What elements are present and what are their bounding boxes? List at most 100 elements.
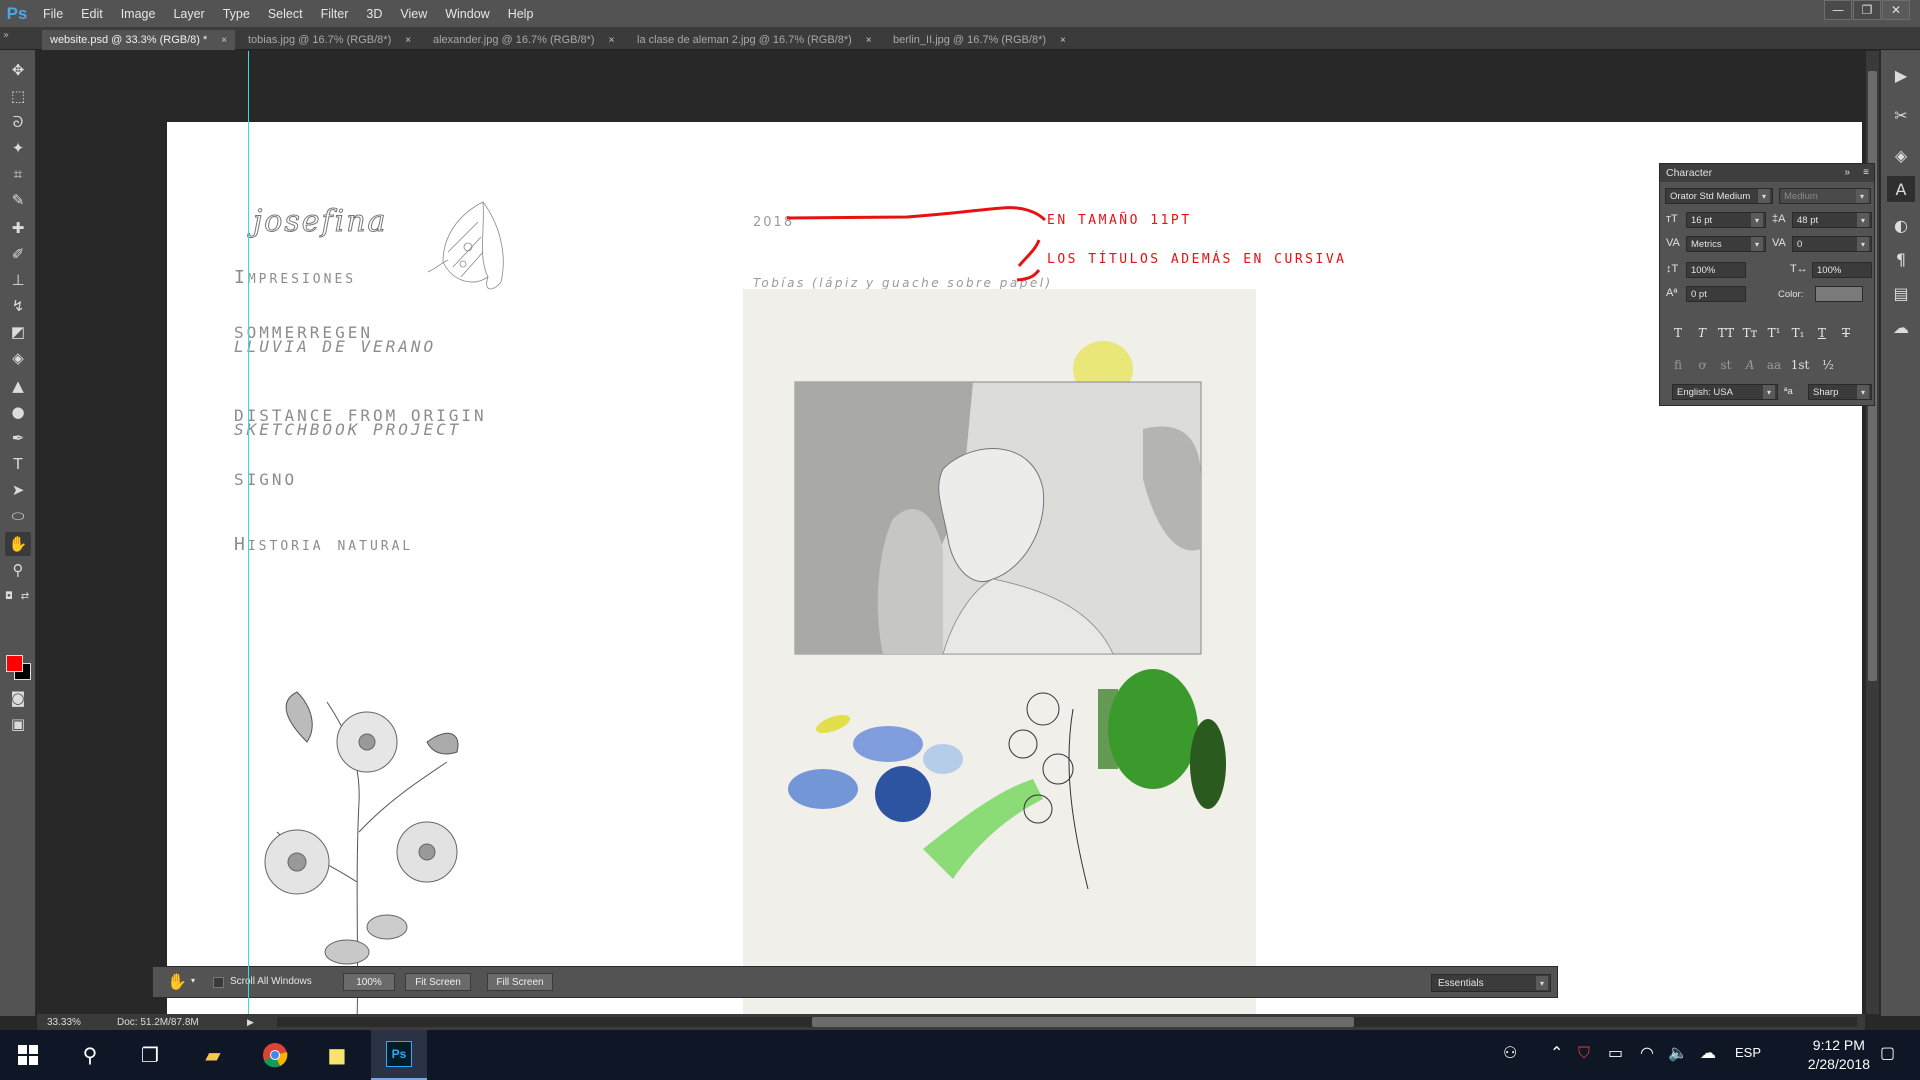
ligatures-button[interactable]: ﬁ <box>1668 356 1688 374</box>
people-icon[interactable]: ⚇ <box>1503 1043 1517 1062</box>
zoom-level[interactable]: 33.33% <box>37 1017 117 1028</box>
cyan-guide-line[interactable] <box>248 51 249 1014</box>
baseline-shift-field[interactable]: 0 pt <box>1686 286 1746 302</box>
tools-preset-icon[interactable]: ✂ <box>1887 102 1915 128</box>
menu-view[interactable]: View <box>391 7 436 21</box>
nav-sommerregen[interactable]: SOMMERREGEN LLUVIA DE VERANO <box>234 325 436 355</box>
taskbar-clock[interactable]: 9:12 PM 2/28/2018 <box>1808 1036 1870 1074</box>
hand-tool-icon[interactable]: ✋ <box>5 532 31 556</box>
font-size-field[interactable]: 16 pt ▾ <box>1686 212 1766 228</box>
foreground-color-swatch[interactable] <box>6 655 23 672</box>
close-icon[interactable]: × <box>609 35 615 46</box>
battery-icon[interactable]: ▭ <box>1608 1043 1623 1062</box>
tab-website-psd[interactable]: website.psd @ 33.3% (RGB/8) * × <box>42 30 236 50</box>
brush-tool-icon[interactable]: ✐ <box>5 242 31 266</box>
libraries-icon[interactable]: ☁ <box>1887 314 1915 340</box>
faux-italic-button[interactable]: T <box>1692 324 1712 342</box>
zoom-tool-icon[interactable]: ⚲ <box>5 558 31 582</box>
tab-tobias-jpg[interactable]: tobias.jpg @ 16.7% (RGB/8*) × <box>240 30 419 50</box>
close-icon[interactable]: × <box>405 35 411 46</box>
windows-start-icon[interactable] <box>0 1030 56 1080</box>
magic-wand-tool-icon[interactable]: ✦ <box>5 136 31 160</box>
canvas-area[interactable]: josefina Impresiones SOMMERREGEN LLUVIA D… <box>37 51 1865 1014</box>
zoom-100-button[interactable]: 100% <box>343 973 395 991</box>
chrome-icon[interactable] <box>247 1030 303 1080</box>
swap-colors-icon[interactable]: ⇄ <box>18 584 32 608</box>
kerning-field[interactable]: Metrics ▾ <box>1686 236 1766 252</box>
collapse-icon[interactable]: » <box>1844 167 1850 178</box>
file-explorer-icon[interactable]: ▰ <box>185 1030 241 1080</box>
nav-impresiones[interactable]: Impresiones <box>234 267 356 288</box>
history-brush-tool-icon[interactable]: ↯ <box>5 294 31 318</box>
tracking-field[interactable]: 0 ▾ <box>1792 236 1872 252</box>
vertical-scale-field[interactable]: 100% <box>1686 262 1746 278</box>
paint-bucket-tool-icon[interactable]: ◈ <box>5 346 31 370</box>
horizontal-scale-field[interactable]: 100% <box>1812 262 1872 278</box>
fit-screen-button[interactable]: Fit Screen <box>405 973 471 991</box>
character-panel-icon[interactable]: A <box>1887 176 1915 202</box>
play-actions-icon[interactable]: ▶ <box>1887 62 1915 88</box>
antivirus-icon[interactable]: ⛉ <box>1578 1043 1590 1063</box>
discretionary-ligatures-button[interactable]: st <box>1716 356 1736 374</box>
nav-signo[interactable]: SIGNO <box>234 470 297 489</box>
paragraph-icon[interactable]: ¶ <box>1887 246 1915 272</box>
swash-button[interactable]: A <box>1740 356 1760 374</box>
minimize-button[interactable]: — <box>1824 0 1852 20</box>
scroll-all-windows-checkbox[interactable] <box>213 977 224 988</box>
layers-icon[interactable]: ◈ <box>1887 142 1915 168</box>
menu-image[interactable]: Image <box>112 7 165 21</box>
strikethrough-button[interactable]: T <box>1836 324 1856 342</box>
tab-berlin-ii-jpg[interactable]: berlin_II.jpg @ 16.7% (RGB/8*) × <box>885 30 1074 50</box>
old-style-button[interactable]: ơ <box>1692 356 1712 374</box>
panel-menu-icon[interactable]: ≡ <box>1863 167 1869 178</box>
hand-tool-icon[interactable]: ✋ <box>167 972 187 992</box>
task-view-icon[interactable]: ❐ <box>122 1030 178 1080</box>
blur-tool-icon[interactable]: ▲ <box>5 374 31 398</box>
marquee-tool-icon[interactable]: ⬚ <box>5 84 31 108</box>
stylistic-alternates-button[interactable]: aa <box>1764 356 1784 374</box>
chevron-down-icon[interactable]: ▾ <box>191 976 195 985</box>
healing-tool-icon[interactable]: ✚ <box>5 216 31 240</box>
dodge-tool-icon[interactable]: ● <box>5 400 31 424</box>
horizontal-scroll-thumb[interactable] <box>812 1017 1354 1027</box>
menu-layer[interactable]: Layer <box>164 7 213 21</box>
fill-screen-button[interactable]: Fill Screen <box>487 973 553 991</box>
underline-button[interactable]: T <box>1812 324 1832 342</box>
workspace-select[interactable]: Essentials ▾ <box>1431 974 1551 992</box>
photoshop-taskbar-icon[interactable]: Ps <box>371 1030 427 1080</box>
notifications-icon[interactable]: ▢ <box>1880 1043 1895 1062</box>
subscript-button[interactable]: T₁ <box>1788 324 1808 342</box>
ordinals-button[interactable]: 1st <box>1790 356 1810 374</box>
all-caps-button[interactable]: TT <box>1716 324 1736 342</box>
pen-tool-icon[interactable]: ✒ <box>5 426 31 450</box>
move-tool-icon[interactable]: ✥ <box>5 58 31 82</box>
language-select[interactable]: English: USA ▾ <box>1672 384 1778 400</box>
default-colors-icon[interactable]: ◘ <box>2 584 16 608</box>
menu-select[interactable]: Select <box>259 7 312 21</box>
faux-bold-button[interactable]: T <box>1668 324 1688 342</box>
volume-icon[interactable]: 🔈 <box>1668 1043 1688 1062</box>
font-style-select[interactable]: Medium ▾ <box>1779 188 1871 204</box>
anti-alias-select[interactable]: Sharp ▾ <box>1808 384 1872 400</box>
font-family-select[interactable]: Orator Std Medium ▾ <box>1665 188 1773 204</box>
close-icon[interactable]: × <box>866 35 872 46</box>
text-color-swatch[interactable] <box>1815 286 1863 302</box>
document-canvas[interactable]: josefina Impresiones SOMMERREGEN LLUVIA D… <box>167 122 1862 1014</box>
stamp-tool-icon[interactable]: ⊥ <box>5 268 31 292</box>
menu-3d[interactable]: 3D <box>357 7 391 21</box>
menu-filter[interactable]: Filter <box>312 7 358 21</box>
character-panel-title-bar[interactable]: Character <box>1660 164 1874 182</box>
tab-la-clase-de-aleman[interactable]: la clase de aleman 2.jpg @ 16.7% (RGB/8*… <box>629 30 880 50</box>
quick-mask-icon[interactable]: ◙ <box>5 686 31 710</box>
eraser-tool-icon[interactable]: ◩ <box>5 320 31 344</box>
eyedropper-tool-icon[interactable]: ✎ <box>5 188 31 212</box>
nav-distance-from-origin[interactable]: DISTANCE FROM ORIGIN SKETCHBOOK PROJECT <box>234 408 487 438</box>
horizontal-scrollbar[interactable] <box>277 1017 1857 1027</box>
ellipse-tool-icon[interactable]: ⬭ <box>5 504 31 528</box>
onedrive-icon[interactable]: ☁ <box>1700 1043 1716 1062</box>
wifi-icon[interactable]: ◠ <box>1640 1043 1654 1062</box>
menu-type[interactable]: Type <box>214 7 259 21</box>
menu-help[interactable]: Help <box>499 7 543 21</box>
type-tool-icon[interactable]: T <box>5 452 31 476</box>
small-caps-button[interactable]: Tт <box>1740 324 1760 342</box>
